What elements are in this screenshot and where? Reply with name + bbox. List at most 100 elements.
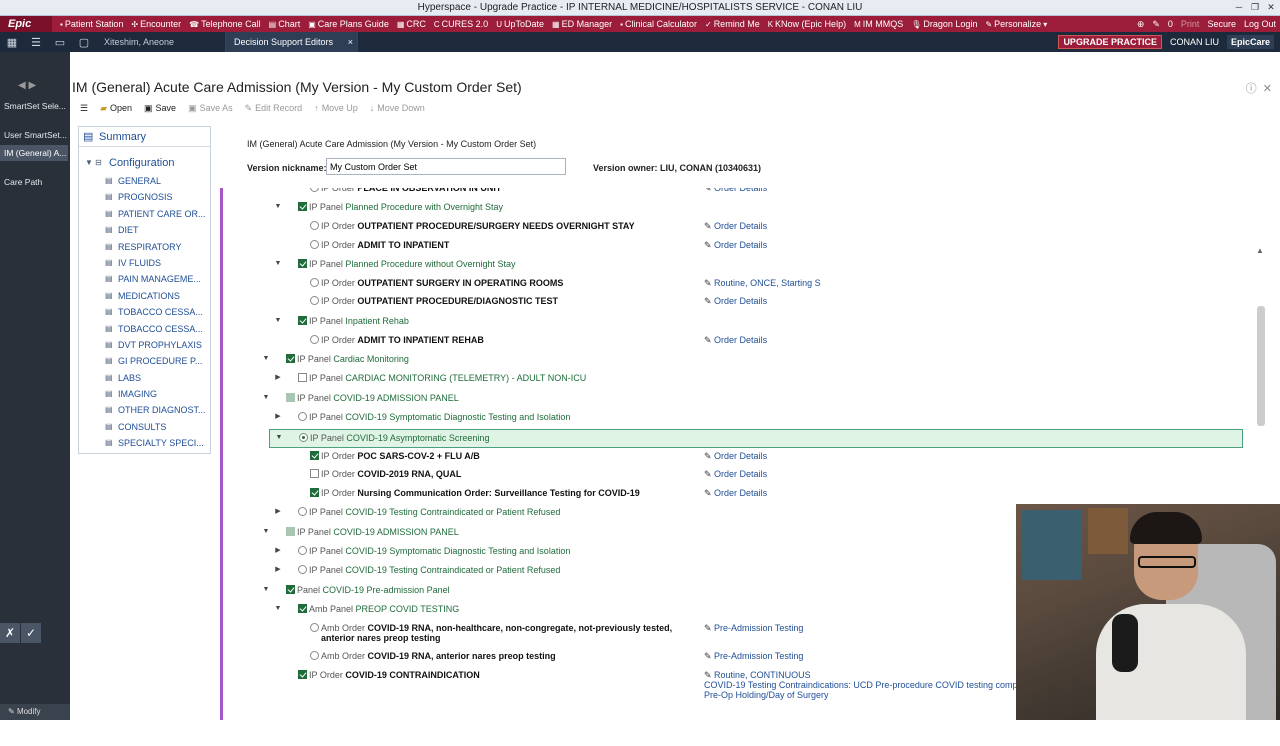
select-checkbox[interactable] [310, 488, 319, 497]
accept-icon[interactable]: ✓ [21, 623, 41, 643]
tools-icon[interactable]: ✎ [1152, 19, 1160, 30]
select-checkbox[interactable] [310, 469, 319, 478]
count-badge[interactable]: 0 [1168, 19, 1173, 29]
nav-item[interactable]: ▤ OTHER DIAGNOST... [79, 402, 210, 418]
cancel-icon[interactable]: ✗ [0, 623, 20, 643]
menu-crc[interactable]: ▦ CRC [397, 19, 426, 29]
select-radio[interactable] [298, 412, 307, 421]
tab-patient[interactable]: Xiteshim, Aneone [96, 32, 226, 52]
edit-record-button[interactable]: ✎ Edit Record [245, 103, 303, 114]
order-details-link[interactable]: ✎ Order Details [704, 485, 767, 501]
expand-toggle-icon[interactable]: ▼ [273, 256, 283, 272]
close-window-icon[interactable]: ✕ [1264, 1, 1278, 14]
select-checkbox[interactable] [286, 527, 295, 536]
tree-order-row[interactable]: IP Order ADMIT TO INPATIENT ✎ Order Detai… [223, 237, 1253, 253]
nav-item[interactable]: ▤ TOBACCO CESSA... [79, 321, 210, 337]
tree-order-row[interactable]: IP Order ADMIT TO INPATIENT REHAB ✎ Order… [223, 332, 1253, 348]
nav-item[interactable]: ▤ TOBACCO CESSA... [79, 304, 210, 320]
expand-toggle-icon[interactable]: ▼ [273, 313, 283, 329]
select-checkbox[interactable] [286, 354, 295, 363]
calendar-icon[interactable]: ▦ [0, 36, 24, 49]
nav-item[interactable]: ▤ GI PROCEDURE P... [79, 353, 210, 369]
nav-item[interactable]: ▤ PATIENT CARE OR... [79, 206, 210, 222]
rail-item-smartset-selection[interactable]: SmartSet Sele... [0, 98, 68, 114]
order-details-link[interactable]: ✎ Order Details [704, 293, 767, 309]
menu-im-mmqs[interactable]: M IM MMQS [854, 19, 903, 29]
tree-order-row[interactable]: IP Order OUTPATIENT SURGERY IN OPERATING… [223, 275, 1253, 291]
menu-encounter[interactable]: ✣ Encounter [131, 19, 181, 29]
select-radio[interactable] [310, 651, 319, 660]
expand-toggle-icon[interactable]: ▼ [273, 199, 283, 215]
nav-item[interactable]: ▤ IV FLUIDS [79, 255, 210, 271]
version-nickname-field[interactable] [326, 158, 566, 175]
select-radio[interactable] [298, 507, 307, 516]
select-radio[interactable] [298, 546, 307, 555]
tree-order-row[interactable]: IP Order OUTPATIENT PROCEDURE/SURGERY NE… [223, 218, 1253, 234]
select-checkbox[interactable] [310, 451, 319, 460]
expand-toggle-icon[interactable]: ▼ [261, 351, 271, 367]
expand-toggle-icon[interactable]: ▶ [273, 543, 283, 559]
menu-ed-manager[interactable]: ▦ ED Manager [552, 19, 612, 29]
expand-toggle-icon[interactable]: ▼ [261, 582, 271, 598]
summary-link[interactable]: ▤ Summary [79, 127, 210, 147]
nav-item[interactable]: ▤ CONSULTS [79, 419, 210, 435]
save-button[interactable]: ▣ Save [144, 103, 176, 114]
select-radio[interactable] [310, 335, 319, 344]
expand-icon[interactable]: ▼ ⊟ [85, 153, 102, 173]
expand-toggle-icon[interactable]: ▼ [273, 601, 283, 617]
back-forward-icon[interactable]: ◀ ▶ [0, 80, 36, 94]
tree-panel-row[interactable]: ▼ IP Panel COVID-19 ADMISSION PANEL [223, 390, 1253, 406]
expand-toggle-icon[interactable]: ▶ [273, 409, 283, 425]
tree-panel-row[interactable]: ▼ IP Panel Inpatient Rehab [223, 313, 1253, 329]
epic-logo[interactable]: Epic [0, 16, 52, 32]
globe-icon[interactable]: ⊕ [1137, 19, 1145, 30]
tree-order-row[interactable]: IP Order PLACE IN OBSERVATION IN UNIT ✎ O… [223, 188, 1253, 196]
select-checkbox[interactable] [286, 393, 295, 402]
modify-button[interactable]: ✎ Modify [0, 704, 70, 720]
tree-order-row[interactable]: IP Order OUTPATIENT PROCEDURE/DIAGNOSTIC… [223, 293, 1253, 309]
nav-item[interactable]: ▤ PAIN MANAGEME... [79, 271, 210, 287]
select-radio[interactable] [310, 296, 319, 305]
list-icon[interactable]: ☰ [24, 36, 48, 49]
nav-item[interactable]: ▤ GENERAL [79, 173, 210, 189]
open-button[interactable]: ▰ Open [100, 103, 132, 114]
menu-uptodate[interactable]: U UpToDate [496, 19, 544, 29]
nav-item[interactable]: ▤ DIET [79, 222, 210, 238]
select-radio[interactable] [310, 188, 319, 192]
tree-order-row[interactable]: IP Order Nursing Communication Order: Su… [223, 485, 1253, 501]
move-up-button[interactable]: ↑ Move Up [314, 103, 358, 113]
rail-item-user-smartset[interactable]: User SmartSet... [0, 127, 68, 143]
menu-know[interactable]: K KNow (Epic Help) [768, 19, 846, 29]
menu-telephone-call[interactable]: ☎ Telephone Call [189, 19, 261, 29]
close-tab-icon[interactable]: × [348, 32, 353, 52]
secure-link[interactable]: Secure [1207, 19, 1236, 29]
nav-item[interactable]: ▤ MEDICATIONS [79, 288, 210, 304]
expand-toggle-icon[interactable]: ▶ [273, 562, 283, 578]
select-checkbox[interactable] [298, 202, 307, 211]
select-checkbox[interactable] [298, 670, 307, 679]
select-radio[interactable] [310, 278, 319, 287]
window-icon[interactable]: ▭ [48, 36, 72, 49]
tree-order-row[interactable]: IP Order COVID-2019 RNA, QUAL ✎ Order Det… [223, 466, 1253, 482]
menu-chart[interactable]: ▤ Chart [269, 19, 301, 29]
order-details-link[interactable]: ✎ Order Details [704, 466, 767, 482]
save-as-button[interactable]: ▣ Save As [188, 103, 233, 114]
order-details-link[interactable]: ✎ Routine, ONCE, Starting S [704, 275, 821, 291]
select-radio[interactable] [299, 433, 308, 442]
order-details-link[interactable]: ✎ Pre-Admission Testing [704, 620, 803, 636]
select-checkbox[interactable] [298, 259, 307, 268]
tab-decision-support-editors[interactable]: Decision Support Editors × [226, 32, 358, 52]
menu-remind-me[interactable]: ✓ Remind Me [705, 19, 760, 29]
menu-cures[interactable]: C CURES 2.0 [434, 19, 488, 29]
select-checkbox[interactable] [298, 316, 307, 325]
expand-toggle-icon[interactable]: ▶ [273, 370, 283, 386]
rail-item-im-general[interactable]: IM (General) A... [0, 145, 68, 161]
menu-clinical-calculator[interactable]: ▪ Clinical Calculator [620, 19, 697, 29]
menu-personalize[interactable]: ✎ Personalize ▾ [985, 19, 1047, 29]
select-radio[interactable] [310, 221, 319, 230]
tree-panel-row[interactable]: ▼ IP Panel Cardiac Monitoring [223, 351, 1253, 367]
tree-panel-row[interactable]: ▼ IP Panel Planned Procedure with Overnig… [223, 199, 1253, 215]
print-link[interactable]: Print [1181, 19, 1200, 29]
logout-link[interactable]: Log Out [1244, 19, 1276, 29]
minimize-icon[interactable]: ─ [1232, 1, 1246, 14]
